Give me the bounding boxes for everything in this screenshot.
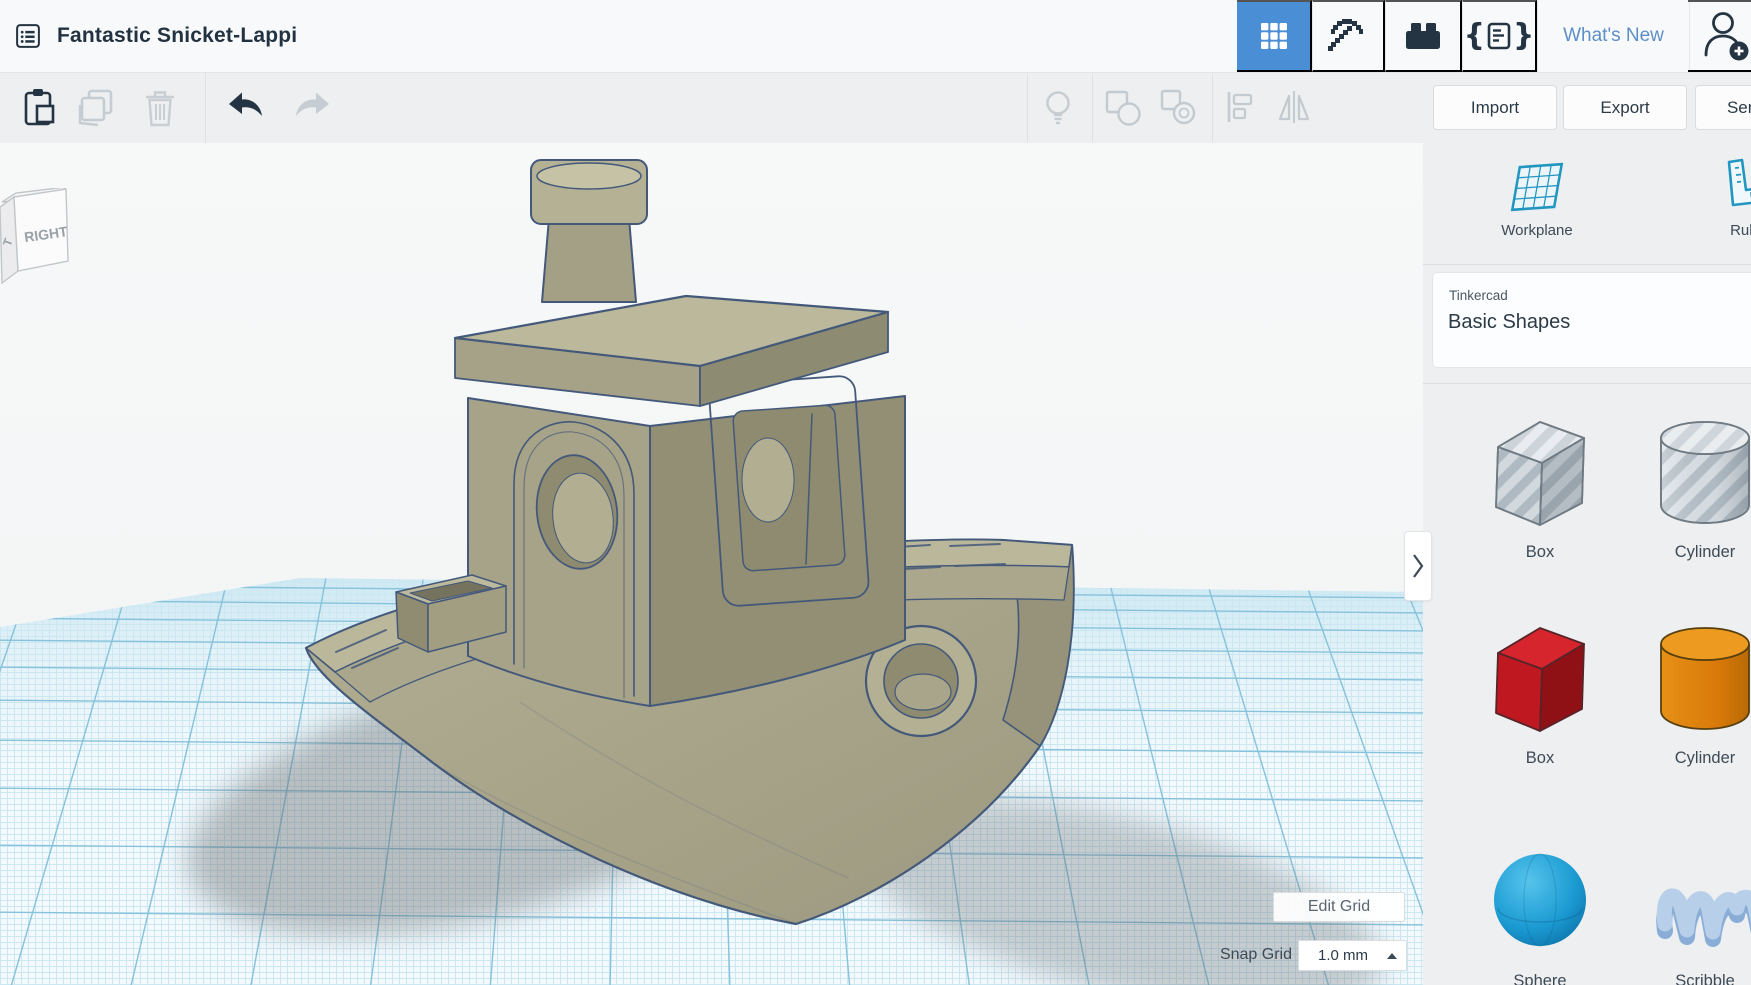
grid-3x3-icon — [1258, 20, 1290, 52]
lego-brick-icon — [1401, 14, 1445, 58]
tinkercad-app: Fantastic Snicket-Lappi — [0, 0, 1751, 985]
ruler-icon — [1717, 156, 1751, 218]
export-button[interactable]: Export — [1563, 85, 1687, 130]
group-icon — [1101, 86, 1143, 128]
view-cube[interactable]: RIGHT T — [0, 188, 70, 288]
lightbulb-icon — [1037, 86, 1079, 128]
paste-icon — [17, 86, 59, 128]
paste-button[interactable] — [16, 85, 60, 129]
viewport-3d: RIGHT T Edit Grid Snap Grid 1.0 mm — [0, 143, 1423, 985]
box-red-icon — [1488, 617, 1592, 741]
shape-tile-sphere[interactable]: Sphere — [1470, 840, 1610, 985]
align-icon — [1221, 86, 1263, 128]
mirror-icon — [1273, 86, 1315, 128]
redo-icon — [292, 85, 336, 129]
collapse-panel-button[interactable] — [1404, 531, 1432, 601]
toggle-workplane-button[interactable]: Workplane — [1479, 155, 1595, 240]
user-add-icon — [1702, 10, 1751, 62]
undo-icon — [222, 85, 266, 129]
ungroup-button[interactable] — [1156, 85, 1200, 129]
delete-button[interactable] — [138, 85, 182, 129]
tab-codeblocks[interactable]: { } — [1462, 0, 1537, 72]
undo-button[interactable] — [222, 85, 266, 129]
tab-3d-design[interactable] — [1237, 0, 1312, 72]
toggle-ruler-button[interactable]: Ruler — [1690, 155, 1751, 240]
snap-grid-label: Snap Grid — [1150, 946, 1292, 964]
toolbar-separator — [1212, 72, 1213, 143]
sphere-icon — [1488, 840, 1592, 964]
workplane-scene[interactable] — [0, 143, 1423, 985]
trash-icon — [138, 85, 182, 129]
top-bar: Fantastic Snicket-Lappi — [0, 0, 1751, 73]
code-document-icon — [1487, 22, 1511, 50]
copy-icon — [74, 85, 118, 129]
import-button[interactable]: Import — [1433, 85, 1557, 130]
edit-toolbar: Import Export Send To — [0, 72, 1751, 143]
snap-grid-value: 1.0 mm — [1299, 947, 1387, 964]
toolbar-separator — [1092, 72, 1093, 143]
edit-grid-button[interactable]: Edit Grid — [1273, 892, 1405, 922]
shapes-panel: Workplane Ruler Tinkercad Basic Shapes — [1423, 143, 1751, 985]
panel-separator — [1423, 383, 1751, 384]
panel-separator — [1423, 264, 1751, 265]
workplane-icon — [1506, 156, 1568, 218]
library-brand: Tinkercad — [1449, 288, 1508, 303]
account-button[interactable] — [1688, 0, 1751, 72]
shape-tile-cylinder-hole[interactable]: Cylinder — [1635, 411, 1751, 562]
ungroup-icon — [1157, 86, 1199, 128]
align-button[interactable] — [1220, 85, 1264, 129]
shape-tile-cylinder-solid[interactable]: Cylinder — [1635, 617, 1751, 768]
shape-tile-scribble[interactable]: Scribble — [1635, 840, 1751, 985]
snap-grid-select[interactable]: 1.0 mm — [1298, 940, 1407, 971]
show-all-button[interactable] — [1036, 85, 1080, 129]
left-brace-icon: { — [1464, 21, 1485, 51]
tab-brick[interactable] — [1385, 0, 1462, 72]
design-title: Fantastic Snicket-Lappi — [57, 0, 297, 72]
toolbar-separator — [205, 72, 206, 143]
shape-tile-box-solid[interactable]: Box — [1470, 617, 1610, 768]
whats-new-link[interactable]: What's New — [1537, 0, 1690, 72]
toolbar-separator — [1027, 72, 1028, 143]
send-to-button[interactable]: Send To — [1695, 85, 1751, 130]
scribble-icon — [1653, 840, 1751, 964]
cylinder-orange-icon — [1653, 617, 1751, 741]
library-title: Basic Shapes — [1448, 311, 1570, 334]
copy-button[interactable] — [74, 85, 118, 129]
cylinder-hole-icon — [1653, 411, 1751, 535]
snap-grid-caret-icon — [1387, 953, 1397, 959]
shape-library-dropdown[interactable]: Tinkercad Basic Shapes — [1432, 272, 1751, 368]
group-button[interactable] — [1100, 85, 1144, 129]
box-hole-icon — [1488, 411, 1592, 535]
chevron-right-icon — [1411, 551, 1425, 581]
right-brace-icon: } — [1513, 21, 1534, 51]
minecraft-pickaxe-icon — [1328, 16, 1368, 56]
tab-minecraft[interactable] — [1312, 0, 1385, 72]
mirror-button[interactable] — [1272, 85, 1316, 129]
shape-tile-box-hole[interactable]: Box — [1470, 411, 1610, 562]
designs-menu-button[interactable] — [8, 16, 48, 56]
redo-button[interactable] — [292, 85, 336, 129]
design-list-icon — [14, 18, 42, 54]
